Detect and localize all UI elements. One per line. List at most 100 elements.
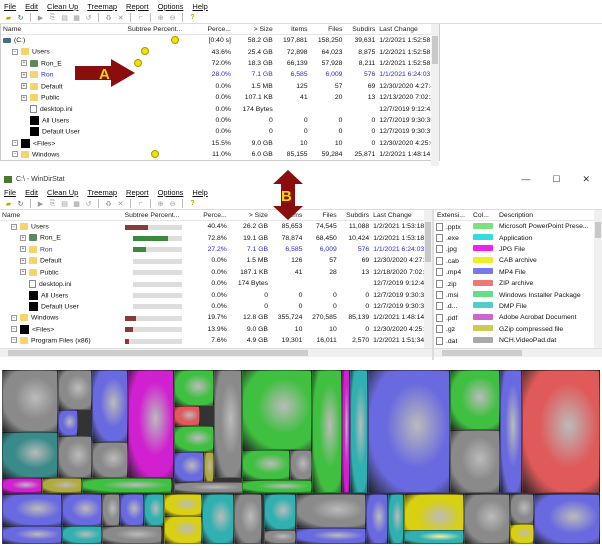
treemap-cell[interactable] — [368, 370, 450, 493]
recycle-icon[interactable]: ♻ — [104, 13, 113, 22]
treemap-cell[interactable] — [120, 494, 144, 526]
treemap-cell[interactable] — [350, 370, 368, 493]
treemap-cell[interactable] — [242, 370, 312, 450]
treemap-cell[interactable] — [2, 526, 62, 544]
table-row[interactable]: (C:) [0:40 s] 58.2 GB 197,881 158,250 39… — [1, 35, 439, 46]
expand-toggle[interactable]: − — [12, 140, 18, 147]
extension-row[interactable]: .gz GZip compressed file — [434, 324, 602, 335]
menu-help[interactable]: Help — [192, 2, 207, 11]
expand-toggle[interactable]: + — [21, 71, 27, 78]
ext-column-header-desc[interactable]: Description — [496, 212, 602, 219]
menu-treemap[interactable]: Treemap — [87, 2, 117, 11]
menu-treemap[interactable]: Treemap — [87, 188, 117, 197]
treemap-cell[interactable] — [202, 494, 234, 544]
treemap-cell[interactable] — [2, 432, 58, 478]
treemap-cell[interactable] — [242, 450, 290, 480]
copy-icon[interactable]: ⎘ — [48, 13, 57, 22]
treemap-cell[interactable] — [234, 494, 262, 544]
treemap-cell[interactable] — [58, 436, 92, 478]
copy-icon[interactable]: ⎘ — [48, 199, 57, 208]
zoom-out-icon[interactable]: ⊖ — [168, 13, 177, 22]
treemap-cell[interactable] — [510, 524, 534, 544]
treemap-cell[interactable] — [522, 370, 600, 493]
treemap-cell[interactable] — [296, 494, 366, 528]
treemap-cell[interactable] — [164, 516, 202, 544]
treemap-cell[interactable] — [92, 370, 128, 442]
close-button[interactable]: ✕ — [582, 174, 590, 185]
table-row[interactable]: desktop.ini 0.0% 174 Bytes 12/7/2019 9:1… — [0, 278, 432, 289]
table-row[interactable]: − Program Files (x86) 7.6% 4.9 GB 19,301 … — [0, 335, 432, 346]
expand-toggle[interactable]: + — [21, 94, 27, 101]
table-row[interactable]: − <Files> 13.9% 9.0 GB 10 10 0 12/30/2020… — [0, 324, 432, 335]
menu-clean-up[interactable]: Clean Up — [47, 2, 78, 11]
delete-icon[interactable]: ✕ — [116, 199, 125, 208]
menu-edit[interactable]: Edit — [25, 188, 38, 197]
zoom-in-icon[interactable]: ⊕ — [156, 199, 165, 208]
column-header-4[interactable]: Items — [275, 26, 310, 33]
menu-options[interactable]: Options — [158, 188, 184, 197]
help-icon[interactable]: ? — [188, 13, 197, 22]
open-icon[interactable]: ▰ — [4, 13, 13, 22]
ext-horizontal-scrollbar[interactable] — [434, 348, 602, 357]
menu-report[interactable]: Report — [126, 188, 149, 197]
extension-row[interactable]: .pdf Adobe Acrobat Document — [434, 312, 602, 323]
ext-column-header-ext[interactable]: Extensi... — [434, 212, 470, 219]
table-row[interactable]: + Ron 28.0% 7.1 GB 6,585 6,009 576 1/1/20… — [1, 69, 439, 80]
treemap-cell[interactable] — [58, 410, 78, 436]
treemap-cell[interactable] — [388, 494, 404, 544]
treemap[interactable] — [2, 370, 600, 544]
menu-options[interactable]: Options — [158, 2, 184, 11]
zoom-in-icon[interactable]: ⊕ — [156, 13, 165, 22]
column-header-2[interactable]: Perce... — [187, 26, 233, 33]
recycle-icon[interactable]: ♻ — [104, 199, 113, 208]
column-header-5[interactable]: Files — [310, 26, 345, 33]
treemap-cell[interactable] — [82, 478, 172, 493]
column-header-7[interactable]: Last Change — [377, 26, 439, 33]
menu-report[interactable]: Report — [126, 2, 149, 11]
treemap-cell[interactable] — [500, 370, 522, 493]
column-header-2[interactable]: Perce... — [183, 212, 228, 219]
maximize-button[interactable]: ☐ — [552, 174, 560, 185]
column-header-7[interactable]: Last Change — [371, 212, 432, 219]
column-header-1[interactable]: Subtree Percent... — [123, 212, 184, 219]
expand-toggle[interactable]: + — [20, 234, 26, 241]
treemap-cell[interactable] — [534, 494, 600, 544]
table-row[interactable]: Default User 0.0% 0 0 0 0 12/7/2019 9:30… — [0, 301, 432, 312]
cmd-icon[interactable]: ▦ — [72, 199, 81, 208]
treemap-cell[interactable] — [164, 494, 202, 516]
column-header-6[interactable]: Subdirs — [344, 26, 377, 33]
treemap-cell[interactable] — [2, 370, 58, 432]
treemap-cell[interactable] — [264, 530, 296, 544]
treemap-cell[interactable] — [174, 452, 204, 482]
treemap-cell[interactable] — [174, 406, 200, 426]
table-row[interactable]: + Ron_E 72.8% 19.1 GB 78,874 68,450 10,42… — [0, 232, 432, 243]
treemap-cell[interactable] — [450, 430, 500, 493]
treemap-cell[interactable] — [62, 494, 102, 526]
treemap-cell[interactable] — [102, 526, 162, 544]
table-row[interactable]: All Users 0.0% 0 0 0 0 12/7/2019 9:30:3 — [0, 289, 432, 300]
extension-row[interactable]: .jpg JPG File — [434, 244, 602, 255]
treemap-cell[interactable] — [174, 426, 214, 452]
treemap-cell[interactable] — [2, 478, 42, 493]
menu-edit[interactable]: Edit — [25, 2, 38, 11]
help-icon[interactable]: ? — [188, 199, 197, 208]
treemap-cell[interactable] — [242, 480, 312, 493]
open-icon[interactable]: ▰ — [4, 199, 13, 208]
ext-column-header-col[interactable]: Col... — [470, 212, 496, 219]
dir-horizontal-scrollbar[interactable] — [0, 348, 432, 357]
table-row[interactable]: − <Files> 15.5% 9.0 GB 10 10 0 12/30/2020… — [1, 138, 439, 149]
treemap-cell[interactable] — [296, 528, 366, 544]
treemap-cell[interactable] — [510, 494, 534, 524]
treemap-cell[interactable] — [204, 452, 214, 482]
explorer-icon[interactable]: ▤ — [60, 199, 69, 208]
table-row[interactable]: + Default 0.0% 1.5 MB 125 57 69 12/30/202… — [1, 81, 439, 92]
extension-row[interactable]: .dat NCH.VideoPad.dat — [434, 335, 602, 346]
extension-row[interactable]: .d... DMP File — [434, 301, 602, 312]
treemap-cell[interactable] — [290, 450, 312, 480]
menu-clean-up[interactable]: Clean Up — [47, 188, 78, 197]
menu-file[interactable]: File — [4, 2, 16, 11]
treemap-cell[interactable] — [366, 494, 388, 544]
treemap-cell[interactable] — [58, 370, 92, 410]
ext-vertical-scrollbar[interactable] — [594, 210, 602, 348]
extension-row[interactable]: .exe Application — [434, 232, 602, 243]
